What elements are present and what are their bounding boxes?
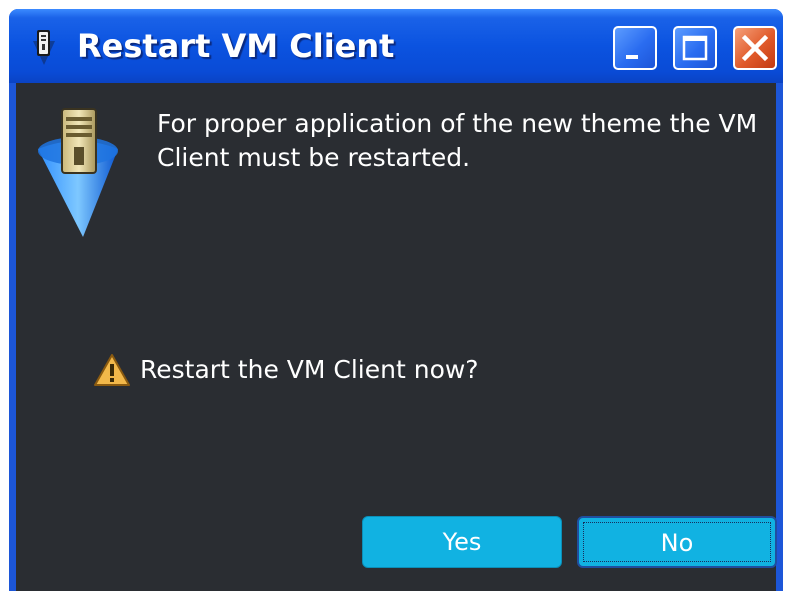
dialog-window: Restart VM Client For proper application… <box>9 9 783 591</box>
window-title: Restart VM Client <box>77 27 395 65</box>
no-button[interactable]: No <box>577 516 777 568</box>
server-icon <box>38 108 118 237</box>
close-icon <box>741 34 769 62</box>
dialog-body: For proper application of the new theme … <box>16 83 777 591</box>
minimize-button[interactable] <box>613 26 657 70</box>
dialog-message: For proper application of the new theme … <box>157 109 758 172</box>
maximize-icon <box>682 35 708 61</box>
yes-button[interactable]: Yes <box>362 516 562 568</box>
title-bar[interactable]: Restart VM Client <box>9 9 783 83</box>
warning-icon <box>94 354 130 386</box>
yes-button-label: Yes <box>442 528 482 556</box>
close-button[interactable] <box>733 26 777 70</box>
minimize-icon <box>626 55 638 59</box>
maximize-button[interactable] <box>673 26 717 70</box>
restart-question: Restart the VM Client now? <box>140 355 479 384</box>
vm-client-app-icon <box>33 30 55 65</box>
no-button-label: No <box>660 529 694 557</box>
